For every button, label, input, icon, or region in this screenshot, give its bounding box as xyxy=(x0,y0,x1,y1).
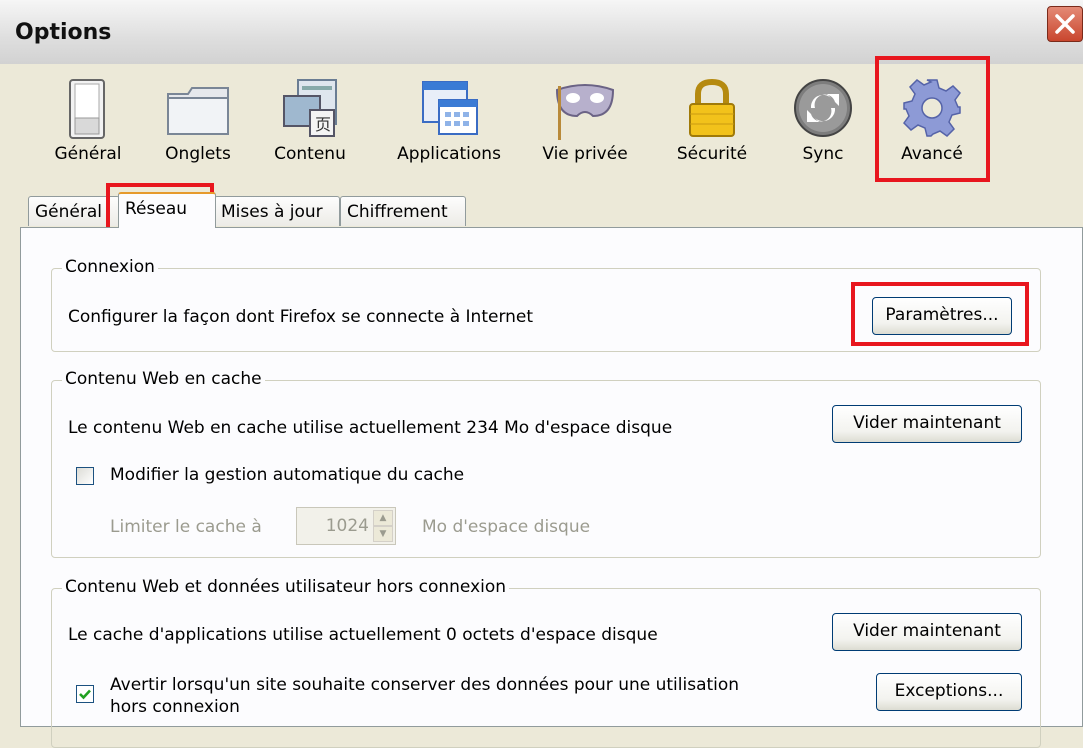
warn-offline-label-line1: Avertir lorsqu'un site souhaite conserve… xyxy=(110,675,740,695)
offline-legend: Contenu Web et données utilisateur hors … xyxy=(62,577,510,597)
tab-updates[interactable]: Mises à jour xyxy=(214,196,340,226)
toolbar-label: Sécurité xyxy=(676,144,748,164)
clear-cache-button[interactable]: Vider maintenant xyxy=(832,405,1022,443)
tab-encryption[interactable]: Chiffrement xyxy=(340,196,466,226)
cache-legend: Contenu Web en cache xyxy=(62,369,265,389)
toolbar-applications[interactable]: Applications xyxy=(384,72,514,182)
limit-cache-label: Limiter le cache à xyxy=(110,517,262,537)
applications-icon xyxy=(422,81,478,135)
title-bar: Options xyxy=(0,0,1083,64)
close-icon xyxy=(1055,14,1075,34)
offline-group: Contenu Web et données utilisateur hors … xyxy=(51,577,1041,748)
override-cache-checkbox[interactable] xyxy=(76,467,94,485)
content-icon: 页 xyxy=(283,79,337,137)
cache-size-value: 1024 xyxy=(325,516,369,536)
toolbar-label: Onglets xyxy=(165,144,231,164)
toolbar-sync[interactable]: Sync xyxy=(778,72,868,182)
security-lock-icon xyxy=(689,78,735,137)
connection-legend: Connexion xyxy=(62,257,158,277)
toolbar-general[interactable]: Général xyxy=(40,72,136,182)
toolbar-content[interactable]: 页 Contenu xyxy=(262,72,358,182)
sync-icon xyxy=(794,79,852,137)
toolbar-label: Vie privée xyxy=(542,144,628,164)
clear-offline-button[interactable]: Vider maintenant xyxy=(832,613,1022,651)
cache-description: Le contenu Web en cache utilise actuelle… xyxy=(68,418,673,438)
stepper-arrows[interactable]: ▲ ▼ xyxy=(373,510,393,542)
toolbar-tabs[interactable]: Onglets xyxy=(152,72,244,182)
cache-size-stepper[interactable]: 1024 ▲ ▼ xyxy=(296,507,396,545)
toolbar-security[interactable]: Sécurité xyxy=(662,72,762,182)
highlight-advanced xyxy=(875,56,990,182)
tabs-folder-icon xyxy=(167,87,229,135)
close-button[interactable] xyxy=(1047,6,1083,42)
cache-group: Contenu Web en cache Le contenu Web en c… xyxy=(51,369,1041,558)
toolbar-label: Sync xyxy=(802,144,844,164)
cache-size-unit: Mo d'espace disque xyxy=(422,517,591,537)
svg-text:页: 页 xyxy=(315,115,331,134)
checkmark-icon xyxy=(79,689,91,700)
tab-network[interactable]: Réseau xyxy=(118,192,216,228)
toolbar-label: Applications xyxy=(397,144,501,164)
toolbar-label: Contenu xyxy=(274,144,346,164)
toolbar-privacy[interactable]: Vie privée xyxy=(530,72,640,182)
override-cache-label: Modifier la gestion automatique du cache xyxy=(110,465,465,485)
warn-offline-checkbox[interactable] xyxy=(76,685,94,703)
offline-description: Le cache d'applications utilise actuelle… xyxy=(68,625,658,645)
exceptions-button[interactable]: Exceptions... xyxy=(876,673,1022,711)
window-title: Options xyxy=(15,20,112,45)
highlight-settings-button xyxy=(851,282,1029,346)
privacy-mask-icon xyxy=(555,84,615,140)
chevron-up-icon[interactable]: ▲ xyxy=(373,510,393,526)
warn-offline-label-line2: hors connexion xyxy=(110,697,240,717)
chevron-down-icon[interactable]: ▼ xyxy=(373,526,393,542)
general-icon xyxy=(69,79,105,139)
toolbar-label: Général xyxy=(54,144,122,164)
connection-description: Configurer la façon dont Firefox se conn… xyxy=(68,307,534,327)
